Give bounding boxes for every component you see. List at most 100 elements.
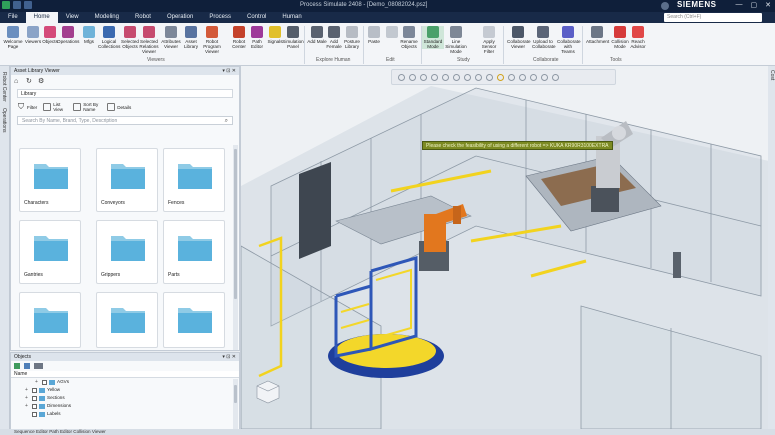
- expand-icon[interactable]: [14, 363, 20, 369]
- welcome-page-button[interactable]: Welcome Page: [2, 26, 24, 49]
- apply-sensor-filter-button[interactable]: Apply Sensor Filter: [478, 26, 500, 54]
- tab-robot-center[interactable]: Robot Center: [1, 72, 7, 102]
- home-icon[interactable]: ⌂: [14, 78, 23, 85]
- menu-control[interactable]: Control: [239, 12, 274, 23]
- tree-row-sections[interactable]: + Sections: [25, 394, 239, 402]
- zoom-fit-icon[interactable]: [398, 73, 405, 81]
- folder-tile-conveyors[interactable]: Conveyors: [96, 148, 158, 212]
- filter-icon[interactable]: [24, 363, 30, 369]
- section-icon[interactable]: [453, 73, 460, 81]
- menu-operation[interactable]: Operation: [159, 12, 201, 23]
- save-icon[interactable]: [13, 1, 21, 9]
- view-cube-icon[interactable]: [255, 379, 281, 405]
- frame-icon[interactable]: [508, 73, 515, 81]
- pan-icon[interactable]: [431, 73, 438, 81]
- objects-scrollbar[interactable]: [233, 379, 238, 429]
- line-simulation-mode-button[interactable]: Line Simulation Mode: [445, 26, 467, 54]
- filter-button[interactable]: ⛉ Filter: [17, 103, 37, 111]
- collision-icon[interactable]: [530, 73, 537, 81]
- attributes-viewer-button[interactable]: Attributes Viewer: [160, 26, 182, 49]
- posture-library-button[interactable]: Posture Library: [341, 26, 363, 49]
- panel-pin-close-icons[interactable]: ▾ ⊡ ✕: [222, 67, 236, 75]
- filter-icon[interactable]: [552, 73, 559, 81]
- selected-relations-button[interactable]: Selected Relations Viewer: [138, 26, 160, 54]
- folder-tile-gantries[interactable]: Gantries: [19, 220, 81, 284]
- folder-tile-parts[interactable]: Parts: [163, 220, 225, 284]
- collaborate-teams-button[interactable]: Collaborate with Teams: [557, 26, 581, 54]
- collaborate-viewer-button[interactable]: Collaborate Viewer: [507, 26, 531, 49]
- rename-objects-button[interactable]: Rename Objects: [398, 26, 420, 49]
- rename-icon: [403, 26, 415, 38]
- tab-operations[interactable]: Operations: [1, 108, 7, 132]
- checkbox[interactable]: [32, 403, 37, 409]
- tree-row-agvs[interactable]: + AGVs: [25, 378, 239, 386]
- selection-icon[interactable]: [464, 73, 471, 81]
- search-icon[interactable]: ⌕: [225, 117, 228, 125]
- checkbox[interactable]: [32, 387, 37, 393]
- menu-human[interactable]: Human: [274, 12, 309, 23]
- checkbox[interactable]: [32, 411, 37, 417]
- warning-icon[interactable]: [497, 73, 504, 81]
- folder-tile[interactable]: [19, 292, 81, 348]
- details-button[interactable]: Details: [107, 103, 131, 111]
- zoom-icon[interactable]: [409, 73, 416, 81]
- expand-icon[interactable]: +: [25, 386, 30, 394]
- checkbox[interactable]: [42, 379, 47, 385]
- command-search-input[interactable]: Search (Ctrl+F): [664, 13, 762, 22]
- mfgs-button[interactable]: Mfgs: [78, 26, 100, 44]
- robot-program-viewer-button[interactable]: Robot Program Viewer: [201, 26, 223, 54]
- operations-button[interactable]: Operations: [57, 26, 79, 44]
- user-avatar[interactable]: [661, 2, 669, 10]
- undo-icon[interactable]: [24, 1, 32, 9]
- checkbox[interactable]: [32, 395, 37, 401]
- library-breadcrumb[interactable]: Library: [17, 89, 233, 98]
- reach-advisor-button[interactable]: Reach Advisor: [627, 26, 649, 49]
- scrollbar-thumb[interactable]: [234, 385, 237, 403]
- close-button[interactable]: ✕: [765, 1, 771, 9]
- asset-library-button[interactable]: Asset Library: [180, 26, 202, 49]
- menu-modeling[interactable]: Modeling: [87, 12, 127, 23]
- standard-mode-button[interactable]: Standard Mode: [422, 26, 444, 49]
- settings-icon[interactable]: ⚙: [38, 78, 47, 85]
- library-scrollbar[interactable]: [233, 145, 238, 350]
- rotate-icon[interactable]: [420, 73, 427, 81]
- panel-pin-close-icons[interactable]: ▾ ⊡ ✕: [222, 353, 236, 361]
- menu-file[interactable]: File: [0, 12, 26, 23]
- attachment-button[interactable]: Attachment: [586, 26, 609, 44]
- layout-icon[interactable]: [541, 73, 548, 81]
- menu-view[interactable]: View: [58, 12, 87, 23]
- folder-tile[interactable]: [96, 292, 158, 348]
- upload-to-collaborate-button[interactable]: Upload to Collaborate: [532, 26, 556, 49]
- options-icon[interactable]: [34, 363, 43, 369]
- menu-robot[interactable]: Robot: [127, 12, 159, 23]
- simulation-panel-button[interactable]: Simulation Panel: [282, 26, 304, 49]
- refresh-icon[interactable]: ↻: [26, 78, 35, 85]
- tab-cost[interactable]: Cost: [769, 70, 775, 80]
- snap-icon[interactable]: [475, 73, 482, 81]
- bottom-tabs[interactable]: Sequence Editor Path Editor Collision Vi…: [0, 429, 775, 435]
- graphic-viewer[interactable]: Please check the feasibility of using a …: [240, 66, 768, 429]
- folder-tile[interactable]: [163, 292, 225, 348]
- render-mode-icon[interactable]: [442, 73, 449, 81]
- tree-row-labels[interactable]: Labels: [25, 410, 239, 418]
- logical-collections-button[interactable]: Logical Collections: [98, 26, 120, 49]
- library-search-input[interactable]: Search By Name, Brand, Type, Description…: [17, 116, 233, 125]
- folder-tile-fences[interactable]: Fences: [163, 148, 225, 212]
- menu-home[interactable]: Home: [25, 12, 58, 23]
- placement-icon[interactable]: [519, 73, 526, 81]
- tree-row-dimensions[interactable]: + Dimensions: [25, 402, 239, 410]
- folder-tile-grippers[interactable]: Grippers: [96, 220, 158, 284]
- expand-icon[interactable]: +: [25, 394, 30, 402]
- maximize-button[interactable]: ▢: [751, 1, 758, 9]
- scene-3d[interactable]: [241, 66, 768, 429]
- menu-process[interactable]: Process: [201, 12, 239, 23]
- tree-row-yellow[interactable]: + Yellow: [25, 386, 239, 394]
- measure-icon[interactable]: [486, 73, 493, 81]
- folder-tile-characters[interactable]: Characters: [19, 148, 81, 212]
- minimize-button[interactable]: —: [736, 1, 743, 9]
- expand-icon[interactable]: +: [35, 378, 40, 386]
- expand-icon[interactable]: +: [25, 402, 30, 410]
- sort-by-name-button[interactable]: Sort By Name: [73, 102, 101, 112]
- scrollbar-thumb[interactable]: [234, 149, 237, 299]
- list-view-button[interactable]: List View: [43, 102, 67, 112]
